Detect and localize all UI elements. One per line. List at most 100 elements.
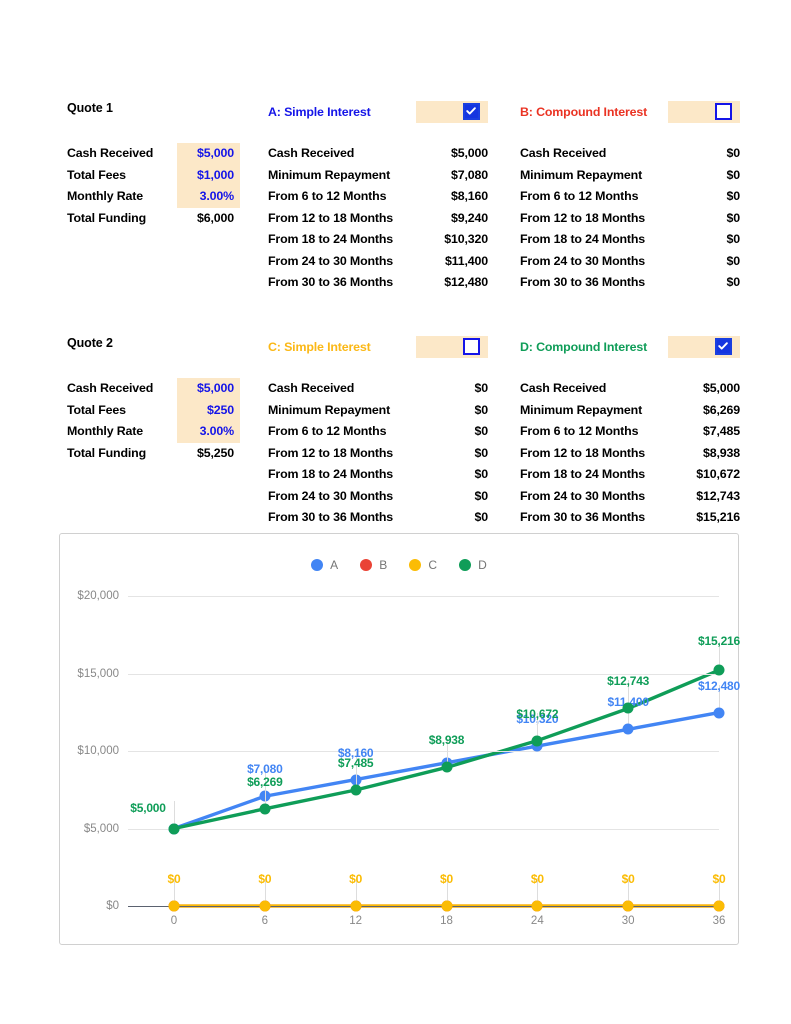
option-row-value: $5,000 xyxy=(703,381,740,395)
summary-input-cell[interactable]: $1,000 xyxy=(177,164,240,186)
option-row-label: Minimum Repayment xyxy=(268,402,391,417)
summary-row-label: Total Fees xyxy=(67,167,126,182)
summary-row: Total Fees $250 xyxy=(67,399,240,421)
option-row: From 6 to 12 Months $0 xyxy=(520,186,740,208)
summary-row: Total Fees $1,000 xyxy=(67,164,240,186)
summary-input-cell[interactable]: 3.00% xyxy=(177,186,240,208)
option-header: D: Compound Interest xyxy=(520,336,740,358)
data-point-d[interactable] xyxy=(713,664,725,676)
summary-input-cell[interactable]: 3.00% xyxy=(177,421,240,443)
checkbox-unchecked-icon[interactable] xyxy=(463,338,480,355)
option-checkbox-cell[interactable] xyxy=(668,336,740,358)
option-row: From 30 to 36 Months $12,480 xyxy=(268,272,488,294)
summary-row: Total Funding $5,250 xyxy=(67,443,240,465)
data-point-a[interactable] xyxy=(622,723,634,735)
data-point-c[interactable] xyxy=(531,900,543,912)
option-row: Minimum Repayment $0 xyxy=(520,165,740,187)
summary-input-cell[interactable]: $250 xyxy=(177,399,240,421)
option-title: B: Compound Interest xyxy=(520,105,648,119)
data-label-d: $10,672 xyxy=(516,706,559,721)
data-point-c[interactable] xyxy=(441,900,452,912)
data-point-c[interactable] xyxy=(713,900,725,912)
option-checkbox-cell[interactable] xyxy=(416,336,488,358)
option-row-label: From 6 to 12 Months xyxy=(520,424,639,438)
chart-gridline xyxy=(128,751,719,752)
summary-row-label: Cash Received xyxy=(67,146,154,160)
option-row: Cash Received $0 xyxy=(268,378,488,400)
option-row-value: $9,240 xyxy=(451,210,488,225)
option-row-value: $10,320 xyxy=(444,232,488,246)
option-row: From 6 to 12 Months $7,485 xyxy=(520,421,740,443)
option-row: Cash Received $0 xyxy=(520,143,740,165)
option-checkbox-cell[interactable] xyxy=(668,101,740,123)
summary-row-label: Monthly Rate xyxy=(67,189,143,203)
summary-row-label: Monthly Rate xyxy=(67,424,143,438)
summary-input-cell[interactable]: $5,000 xyxy=(177,378,240,400)
data-point-d[interactable] xyxy=(441,761,452,773)
option-row-label: From 18 to 24 Months xyxy=(268,467,394,481)
option-header: B: Compound Interest xyxy=(520,101,740,123)
data-point-d[interactable] xyxy=(350,784,362,796)
option-row-value: $0 xyxy=(474,510,489,524)
option-row-label: Cash Received xyxy=(520,381,607,395)
summary-row-label: Total Funding xyxy=(67,445,147,460)
quote-summary-table: Cash Received $5,000 Total Fees $1,000 Month… xyxy=(67,143,240,229)
summary-row-label: Total Funding xyxy=(67,210,147,225)
option-row: From 6 to 12 Months $8,160 xyxy=(268,186,488,208)
option-rows: Cash Received $5,000 Minimum Repayment $6,2… xyxy=(520,378,740,529)
data-point-c[interactable] xyxy=(350,900,362,912)
option-row-value: $0 xyxy=(726,146,741,160)
option-checkbox-cell[interactable] xyxy=(416,101,488,123)
option-row: Minimum Repayment $7,080 xyxy=(268,165,488,187)
option-header: C: Simple Interest xyxy=(268,336,488,358)
checkbox-unchecked-icon[interactable] xyxy=(715,103,732,120)
data-point-d[interactable] xyxy=(168,823,180,834)
data-label-d: $15,216 xyxy=(698,634,740,649)
option-row-label: Cash Received xyxy=(268,146,355,160)
option-row-label: From 24 to 30 Months xyxy=(520,488,646,503)
option-row: From 18 to 24 Months $10,320 xyxy=(268,229,488,251)
data-point-c[interactable] xyxy=(622,900,634,912)
summary-total-value: $6,000 xyxy=(197,210,234,225)
option-row-value: $6,269 xyxy=(703,402,740,417)
option-column-d: D: Compound Interest Cash Received $5,000 M… xyxy=(520,336,740,524)
option-row-value: $8,160 xyxy=(451,189,488,203)
data-point-d[interactable] xyxy=(622,702,634,714)
option-row-label: From 6 to 12 Months xyxy=(268,424,387,438)
option-row-value: $0 xyxy=(726,210,741,225)
x-axis-tick-label: 6 xyxy=(261,915,269,927)
y-axis-tick-label: $15,000 xyxy=(77,667,119,680)
quote-title: Quote 1 xyxy=(67,101,113,115)
data-point-d[interactable] xyxy=(259,803,271,815)
option-row-value: $8,938 xyxy=(703,445,740,460)
option-row: From 12 to 18 Months $8,938 xyxy=(520,443,740,465)
option-row-label: From 12 to 18 Months xyxy=(268,210,394,225)
summary-row: Cash Received $5,000 xyxy=(67,143,240,165)
data-point-c[interactable] xyxy=(168,900,180,912)
option-rows: Cash Received $0 Minimum Repayment $0 From 6… xyxy=(268,378,488,529)
summary-input-cell[interactable]: $5,000 xyxy=(177,143,240,165)
option-row: Cash Received $5,000 xyxy=(268,143,488,165)
option-row: Minimum Repayment $6,269 xyxy=(520,400,740,422)
summary-row: Monthly Rate 3.00% xyxy=(67,421,240,443)
data-point-a[interactable] xyxy=(713,707,725,719)
option-row-label: From 6 to 12 Months xyxy=(520,189,639,203)
option-row: From 12 to 18 Months $0 xyxy=(268,443,488,465)
option-row-value: $0 xyxy=(474,381,489,395)
data-label-d: $12,743 xyxy=(607,674,650,689)
data-point-d[interactable] xyxy=(531,735,543,747)
data-label-d: $6,269 xyxy=(247,774,283,789)
checkbox-checked-icon[interactable] xyxy=(715,338,732,355)
checkbox-checked-icon[interactable] xyxy=(463,103,480,120)
quote-title: Quote 2 xyxy=(67,336,113,350)
option-column-c: C: Simple Interest Cash Received $0 Minimum… xyxy=(268,336,488,524)
option-row: From 18 to 24 Months $10,672 xyxy=(520,464,740,486)
option-row: From 12 to 18 Months $0 xyxy=(520,208,740,230)
option-row-value: $0 xyxy=(726,167,741,182)
data-point-c[interactable] xyxy=(259,900,271,912)
data-label-a: $12,480 xyxy=(698,678,740,693)
option-row-label: From 18 to 24 Months xyxy=(520,232,646,246)
option-row-label: From 12 to 18 Months xyxy=(520,445,646,460)
option-row-label: Minimum Repayment xyxy=(268,167,391,182)
option-row-label: From 30 to 36 Months xyxy=(268,275,394,289)
